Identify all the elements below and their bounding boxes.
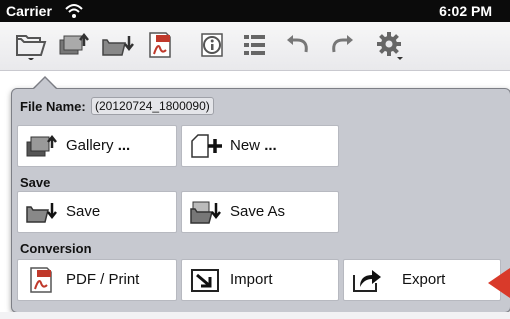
toolbar — [0, 22, 510, 71]
import-label: Import — [230, 271, 273, 288]
file-name-label: File Name: — [20, 99, 86, 114]
undo-icon[interactable] — [282, 30, 316, 60]
save-folder-icon — [24, 197, 58, 227]
carrier-name: Carrier — [6, 3, 52, 19]
gallery-label: Gallery ... — [66, 137, 131, 154]
export-icon — [350, 265, 384, 295]
status-bar: Carrier 6:02 PM — [0, 0, 510, 22]
new-button[interactable]: New ... — [181, 125, 339, 167]
pdf-print-label: PDF / Print — [66, 271, 140, 288]
save-section-label: Save — [20, 175, 51, 190]
popover-arrow-fill — [34, 78, 56, 89]
conversion-section-label: Conversion — [20, 241, 92, 256]
gear-icon[interactable] — [372, 30, 406, 60]
import-button[interactable]: Import — [181, 259, 339, 301]
import-icon — [188, 265, 222, 295]
file-name-value: (20120724_1800090) — [91, 97, 214, 115]
save-as-button[interactable]: Save As — [181, 191, 339, 233]
new-label: New ... — [230, 137, 277, 154]
pdf-icon[interactable] — [142, 30, 176, 60]
export-label: Export — [402, 271, 446, 288]
list-icon[interactable] — [238, 30, 272, 60]
gallery-button[interactable]: Gallery ... — [17, 125, 177, 167]
new-document-icon — [188, 131, 222, 161]
folder-open-icon[interactable] — [14, 30, 48, 61]
wifi-icon — [64, 2, 84, 20]
redo-icon[interactable] — [324, 30, 358, 60]
red-pointer-arrow — [488, 268, 510, 298]
save-label: Save — [66, 203, 101, 220]
folder-download-icon[interactable] — [100, 30, 134, 60]
export-button[interactable]: Export — [343, 259, 501, 301]
gallery-upload-icon[interactable] — [56, 30, 90, 60]
pdf-print-button[interactable]: PDF / Print — [17, 259, 177, 301]
pdf-icon — [24, 265, 58, 295]
save-as-label: Save As — [230, 203, 286, 220]
gallery-icon — [24, 131, 58, 161]
status-time: 6:02 PM — [439, 3, 492, 19]
info-icon[interactable] — [196, 30, 230, 60]
file-menu-popover: File Name: (20120724_1800090) Gallery ..… — [11, 88, 510, 313]
bottom-edge — [0, 312, 510, 319]
save-as-icon — [188, 197, 222, 227]
save-button[interactable]: Save — [17, 191, 177, 233]
